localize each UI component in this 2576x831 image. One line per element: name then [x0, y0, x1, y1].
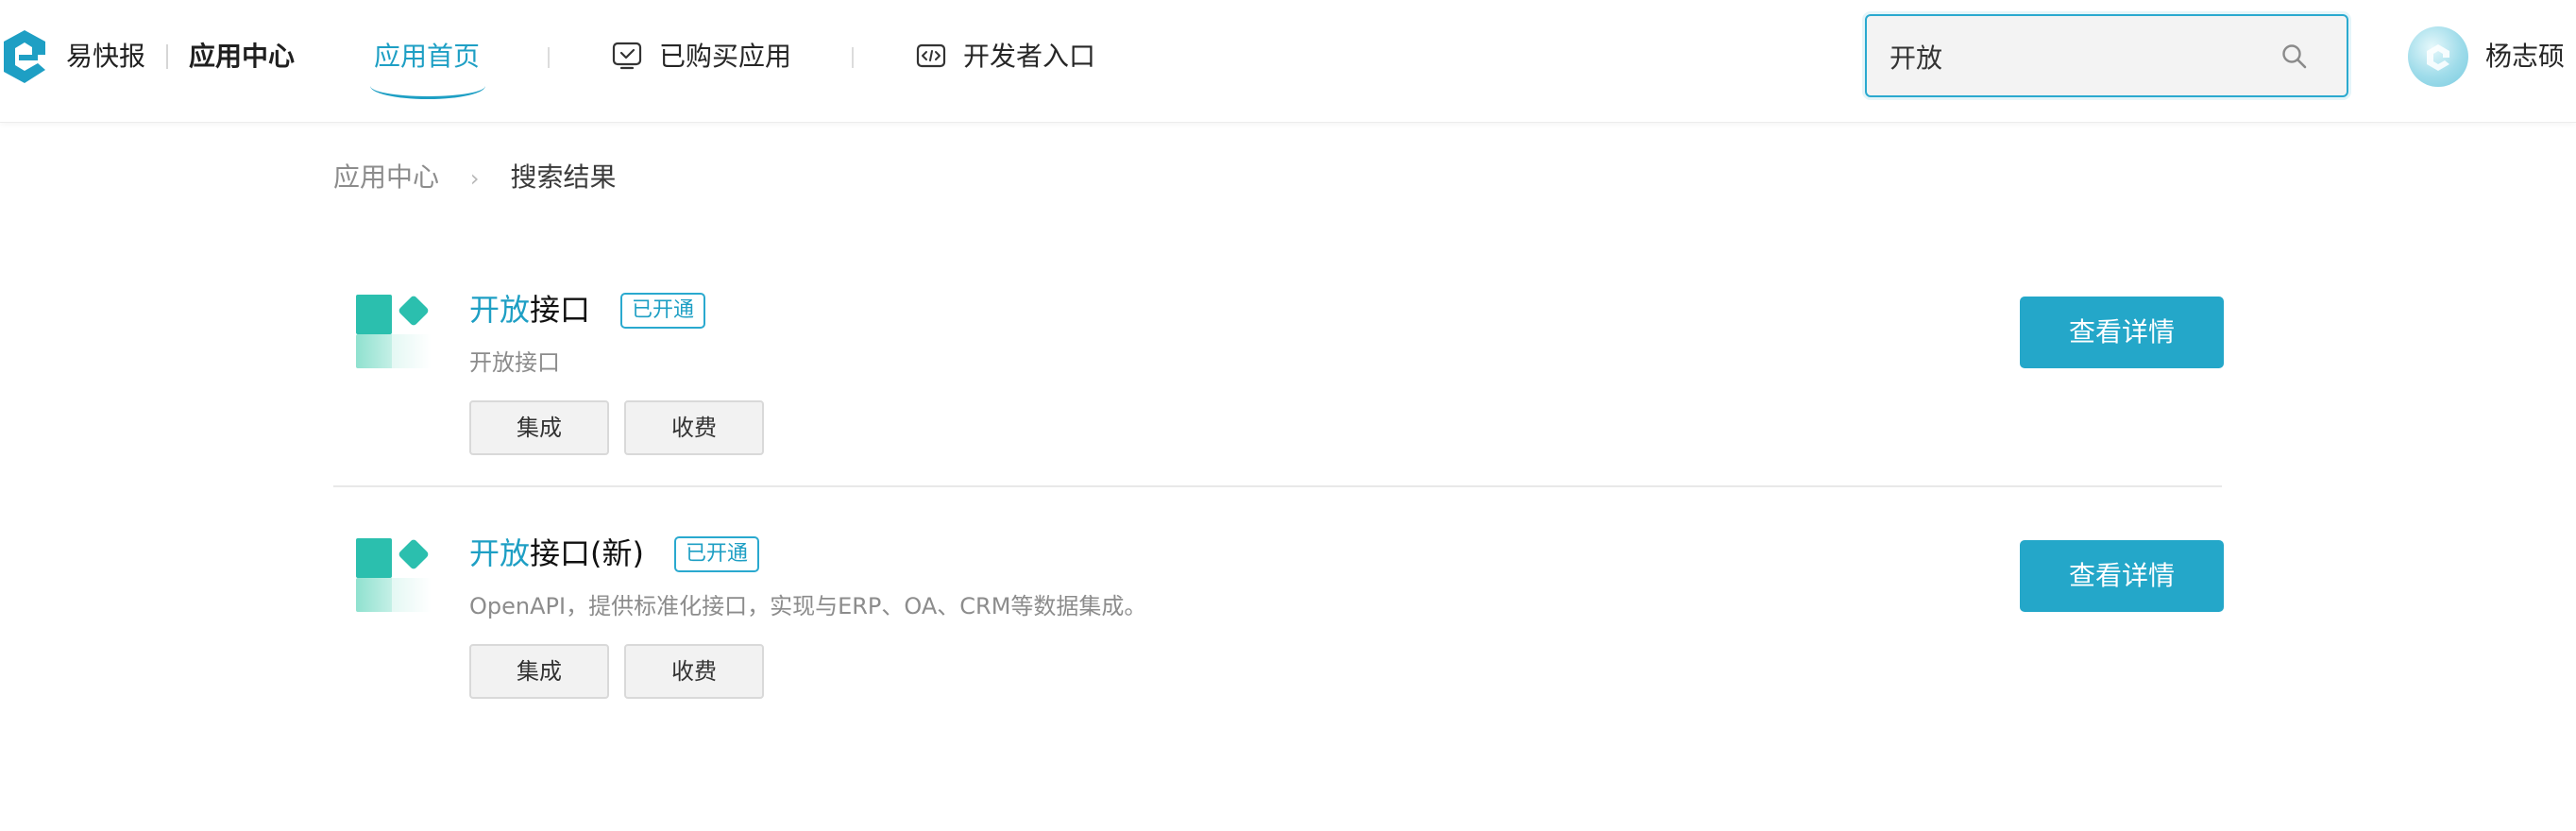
title-highlight: 开放 — [469, 292, 531, 328]
breadcrumb-app-center[interactable]: 应用中心 — [333, 161, 439, 193]
title-rest: 接口(新) — [530, 535, 644, 571]
nav-divider — [548, 47, 550, 68]
avatar-logo-icon — [2427, 44, 2449, 71]
status-badge: 已开通 — [620, 293, 706, 329]
top-header: 易快报 应用中心 应用首页 已购买应用 开发者入口 杨志硕 — [0, 0, 2576, 123]
search-box — [1865, 14, 2348, 97]
status-badge: 已开通 — [674, 536, 760, 572]
title-highlight: 开放 — [469, 535, 531, 571]
breadcrumb-chevron-icon: › — [469, 165, 480, 192]
user-avatar[interactable] — [2408, 26, 2468, 87]
app-title[interactable]: 开放接口 已开通 — [469, 287, 706, 332]
developer-code-icon — [916, 43, 946, 68]
view-details-button[interactable]: 查看详情 — [2020, 540, 2224, 612]
nav-tab-developer[interactable]: 开发者入口 — [963, 36, 1095, 77]
tag-integration[interactable]: 集成 — [469, 400, 609, 455]
app-title[interactable]: 开放接口(新) 已开通 — [469, 531, 760, 576]
tag-integration[interactable]: 集成 — [469, 644, 609, 699]
search-input[interactable] — [1888, 31, 2269, 82]
nav-tab-home[interactable]: 应用首页 — [374, 36, 480, 77]
app-logo-icon — [356, 538, 432, 612]
title-rest: 接口 — [530, 292, 591, 328]
tag-paid[interactable]: 收费 — [624, 400, 764, 455]
app-description: 开放接口 — [469, 349, 560, 376]
breadcrumb: 应用中心 › 搜索结果 — [333, 159, 616, 197]
nav-divider — [852, 47, 854, 68]
active-tab-indicator — [370, 83, 485, 99]
nav-tab-purchased[interactable]: 已购买应用 — [659, 36, 791, 77]
app-description: OpenAPI，提供标准化接口，实现与ERP、OA、CRM等数据集成。 — [469, 593, 1147, 619]
view-details-button[interactable]: 查看详情 — [2020, 297, 2224, 368]
tag-paid[interactable]: 收费 — [624, 644, 764, 699]
app-logo-icon — [356, 295, 432, 368]
result-item: 开放接口(新) 已开通 OpenAPI，提供标准化接口，实现与ERP、OA、CRM… — [333, 485, 2224, 731]
result-item: 开放接口 已开通 开放接口 集成 收费 查看详情 — [333, 268, 2224, 512]
breadcrumb-current: 搜索结果 — [510, 161, 617, 193]
search-icon[interactable] — [2280, 42, 2309, 71]
brand-divider — [166, 44, 168, 69]
purchased-apps-icon — [612, 42, 642, 70]
brand-name[interactable]: 易快报 — [66, 38, 145, 76]
brand-app-center[interactable]: 应用中心 — [189, 38, 295, 76]
brand-logo-icon[interactable] — [0, 28, 49, 85]
user-name[interactable]: 杨志硕 — [2485, 38, 2565, 76]
